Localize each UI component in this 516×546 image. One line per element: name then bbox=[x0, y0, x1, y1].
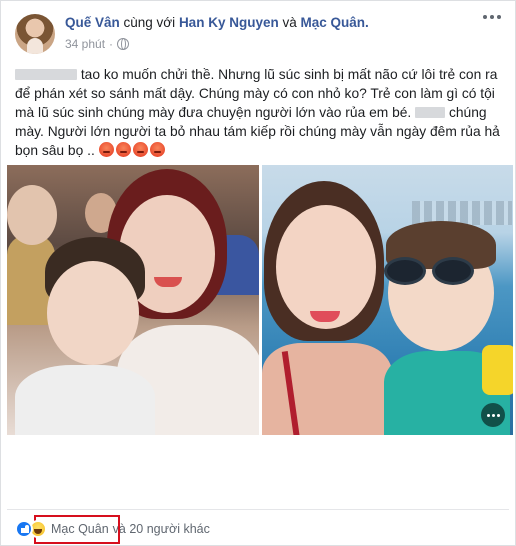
post-text: tao ko muốn chửi thề. Nhưng lũ súc sinh … bbox=[15, 65, 505, 160]
post-meta: 34 phút · bbox=[65, 37, 130, 51]
more-options-icon[interactable] bbox=[483, 15, 501, 19]
post-photo-2[interactable] bbox=[262, 165, 513, 435]
facebook-post: Quế Vân cùng với Han Ky Nguyen và Mạc Qu… bbox=[0, 0, 516, 546]
post-photo-1[interactable] bbox=[7, 165, 259, 435]
post-header: Quế Vân cùng với Han Ky Nguyen và Mạc Qu… bbox=[65, 15, 369, 30]
photo-options-icon[interactable] bbox=[481, 403, 505, 427]
and-label: và bbox=[282, 15, 297, 30]
like-icon bbox=[15, 520, 33, 538]
author-avatar[interactable] bbox=[15, 14, 55, 54]
reaction-others[interactable]: và 20 người khác bbox=[113, 522, 210, 536]
globe-icon[interactable] bbox=[117, 38, 130, 50]
angry-emoji-icon bbox=[132, 142, 148, 157]
tagged-user-link-2[interactable]: Mạc Quân. bbox=[301, 15, 369, 30]
angry-emoji-icon bbox=[149, 142, 165, 157]
with-label: cùng với bbox=[123, 15, 176, 30]
angry-emoji-icon bbox=[98, 142, 114, 157]
post-timestamp[interactable]: 34 phút bbox=[65, 37, 105, 51]
censored-word bbox=[15, 69, 77, 80]
angry-emoji-icon bbox=[115, 142, 131, 157]
author-name-link[interactable]: Quế Vân bbox=[65, 15, 120, 30]
divider bbox=[7, 509, 509, 510]
censored-word bbox=[415, 107, 446, 118]
tagged-user-link-1[interactable]: Han Ky Nguyen bbox=[179, 15, 279, 30]
